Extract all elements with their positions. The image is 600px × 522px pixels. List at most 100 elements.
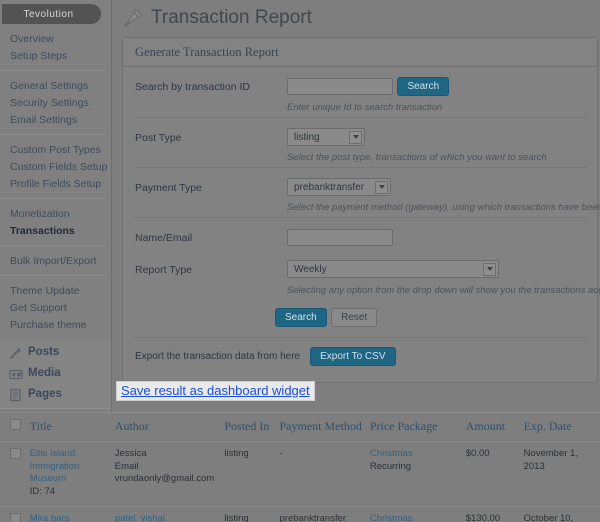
save-as-dashboard-widget-link[interactable]: Save result as dashboard widget	[116, 381, 315, 401]
sidebar-item-overview[interactable]: Overview	[0, 30, 105, 47]
pin-icon	[9, 346, 23, 360]
generate-report-panel: Generate Transaction Report Search by tr…	[122, 37, 600, 383]
sidebar-brand-tevolution[interactable]: Tevolution	[2, 4, 101, 24]
author-name: Jessica	[114, 448, 147, 459]
select-all-header	[0, 412, 26, 442]
column-header-payment-method[interactable]: Payment Method	[275, 412, 366, 442]
select-all-checkbox[interactable]	[10, 419, 21, 430]
column-header-author[interactable]: Author	[110, 412, 221, 442]
sidebar-item-custom-post-types[interactable]: Custom Post Types	[0, 141, 105, 158]
cell-price-package: Christmas Recurring	[365, 441, 462, 507]
media-icon	[9, 367, 23, 381]
sidebar-item-label: Posts	[28, 346, 60, 358]
sidebar-brand-label: Tevolution	[23, 8, 74, 20]
sidebar-item-general-settings[interactable]: General Settings	[0, 77, 105, 94]
sidebar-item-label: Pages	[28, 388, 62, 400]
sidebar-item-label: Bulk Import/Export	[10, 254, 97, 267]
name-email-input[interactable]	[287, 228, 393, 246]
payment-type-hint: Select the payment method (gateway), usi…	[287, 202, 600, 214]
cell-author: patel_vishal Email vishal.patel@gmail.co…	[110, 506, 221, 522]
column-header-title[interactable]: Title	[25, 412, 111, 442]
sidebar-item-media[interactable]: Media	[0, 363, 111, 384]
sidebar-item-security-settings[interactable]: Security Settings	[0, 94, 105, 111]
author-email-label: Email	[114, 460, 139, 472]
sidebar-item-label: Monetization	[10, 207, 70, 220]
transaction-id-hint: Enter unique Id to search transaction	[287, 102, 443, 113]
cell-payment-method: prebanktransfer	[275, 506, 366, 522]
sidebar-item-custom-fields-setup[interactable]: Custom Fields Setup	[0, 158, 107, 175]
post-type-hint: Select the post type, transactions of wh…	[287, 152, 547, 164]
payment-type-selected-value: prebanktransfer	[294, 181, 365, 193]
sidebar-item-label: Transactions	[10, 224, 75, 237]
reset-button[interactable]: Reset	[331, 307, 378, 327]
sidebar-item-label: Custom Post Types	[10, 143, 101, 156]
sidebar-group-bulk: Bulk Import/Export	[0, 246, 105, 276]
payment-type-label: Payment Type	[135, 182, 202, 195]
row-checkbox[interactable]	[10, 513, 21, 522]
cell-amount: $0.00	[461, 441, 520, 507]
pages-icon	[9, 388, 23, 402]
sidebar-item-monetization[interactable]: Monetization	[0, 205, 105, 222]
sidebar-item-get-support[interactable]: Get Support	[0, 299, 105, 316]
sidebar-item-purchase-theme[interactable]: Purchase theme	[0, 316, 105, 333]
sidebar-wp-menu: Posts Media Pages	[0, 339, 111, 409]
price-package-link[interactable]: Christmas	[370, 448, 413, 459]
export-to-csv-button[interactable]: Export To CSV	[310, 346, 396, 366]
cell-exp-date: October 10, 2013	[519, 506, 600, 522]
sidebar-item-posts[interactable]: Posts	[0, 342, 111, 363]
panel-heading: Generate Transaction Report	[123, 38, 597, 67]
report-type-selected-value: Weekly	[294, 263, 327, 275]
cell-amount: $130.00	[461, 506, 520, 522]
search-button[interactable]: Search	[275, 307, 327, 327]
sidebar-item-pages[interactable]: Pages	[0, 384, 111, 405]
sidebar-group-custom: Custom Post Types Custom Fields Setup Pr…	[0, 135, 107, 199]
row-checkbox[interactable]	[10, 448, 21, 459]
admin-page: Tevolution Overview Setup Steps General …	[0, 0, 600, 522]
column-header-posted-in[interactable]: Posted In	[220, 412, 276, 442]
sidebar-item-label: Profile Fields Setup	[10, 177, 102, 190]
sidebar-group-monetization: Monetization Transactions	[0, 199, 105, 246]
form-row-name-email: Name/Email	[135, 218, 587, 250]
sidebar-item-bulk-import-export[interactable]: Bulk Import/Export	[0, 252, 105, 269]
cell-posted-in: listing	[220, 506, 276, 522]
title-link[interactable]: Ellis Island Immigration Museum	[30, 448, 80, 484]
cell-title: Mira bars ID: 73	[25, 506, 111, 522]
post-type-select[interactable]: listing	[287, 128, 365, 146]
chevron-down-icon	[375, 180, 388, 194]
report-type-select[interactable]: Weekly	[287, 260, 499, 279]
sidebar-item-profile-fields-setup[interactable]: Profile Fields Setup	[0, 175, 105, 192]
table-row: Ellis Island Immigration Museum ID: 74 J…	[0, 441, 600, 507]
chevron-down-icon	[349, 130, 362, 144]
sidebar-item-setup-steps[interactable]: Setup Steps	[0, 47, 105, 64]
sidebar-group-overview: Overview Setup Steps	[0, 24, 105, 71]
sidebar-item-label: Media	[28, 367, 61, 379]
sidebar-item-label: Setup Steps	[10, 49, 68, 62]
author-link[interactable]: patel_vishal	[115, 513, 165, 522]
form-row-payment-type: Payment Type prebanktransfer Select the …	[135, 168, 600, 219]
transaction-id-input[interactable]	[287, 78, 393, 95]
column-header-amount[interactable]: Amount	[461, 412, 520, 442]
sidebar-item-theme-update[interactable]: Theme Update	[0, 282, 105, 299]
sidebar-group-settings: General Settings Security Settings Email…	[0, 71, 105, 135]
payment-type-select[interactable]: prebanktransfer	[287, 178, 391, 197]
search-transaction-id-button[interactable]: Search	[397, 77, 450, 96]
author-email: vrundaonly@gmail.com	[114, 473, 215, 484]
sidebar-item-label: General Settings	[10, 79, 89, 92]
name-email-label: Name/Email	[135, 232, 193, 245]
form-row-post-type: Post Type listing Select the post type, …	[135, 118, 587, 169]
price-package-link[interactable]: Christmas	[370, 513, 413, 522]
chevron-down-icon	[483, 262, 496, 276]
column-header-exp-date[interactable]: Exp. Date	[519, 412, 600, 442]
column-header-price-package[interactable]: Price Package	[365, 412, 462, 442]
report-type-label: Report Type	[135, 264, 193, 277]
sidebar-item-transactions[interactable]: Transactions	[0, 222, 105, 239]
form-row-transaction-id: Search by transaction ID Search Enter un…	[135, 67, 587, 118]
sidebar-item-label: Purchase theme	[10, 318, 87, 331]
title-link[interactable]: Mira bars	[30, 513, 70, 522]
sidebar-item-label: Theme Update	[10, 284, 80, 297]
post-type-label: Post Type	[135, 132, 182, 144]
sidebar-item-email-settings[interactable]: Email Settings	[0, 111, 105, 128]
form-row-report-type: Report Type Weekly Selecting any option …	[135, 250, 600, 299]
sidebar-item-label: Security Settings	[10, 96, 89, 109]
sidebar-group-support: Theme Update Get Support Purchase theme	[0, 276, 105, 339]
